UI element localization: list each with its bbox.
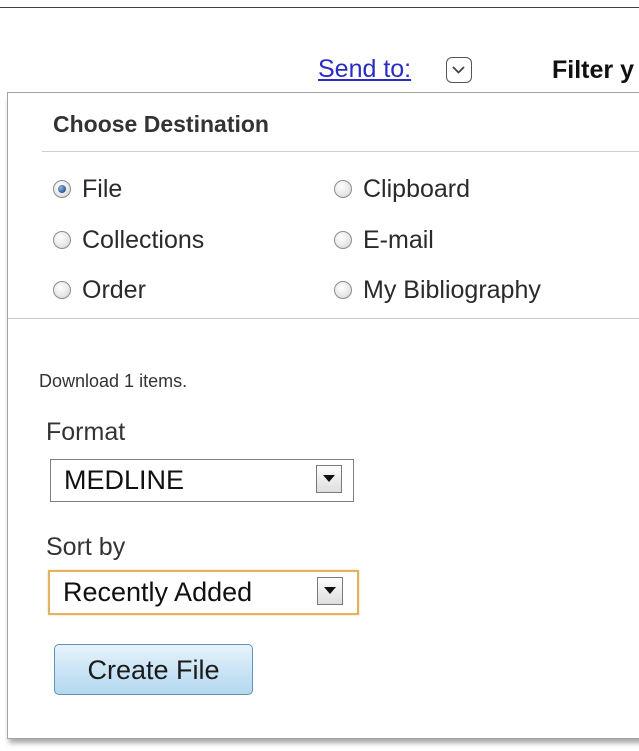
dropdown-arrow-icon[interactable] [316, 465, 342, 493]
send-to-panel: Choose Destination File Collections Orde… [7, 92, 639, 739]
radio-label: File [82, 174, 123, 203]
radio-option-my-bibliography[interactable]: My Bibliography [334, 275, 541, 305]
top-divider [0, 7, 639, 8]
radio-label: My Bibliography [363, 275, 541, 304]
radio-option-collections[interactable]: Collections [53, 225, 204, 255]
radio-option-clipboard[interactable]: Clipboard [334, 174, 470, 204]
sort-by-select[interactable]: Recently Added [48, 570, 359, 615]
radio-label: Collections [82, 225, 205, 254]
radio-button[interactable] [53, 231, 71, 249]
radio-button[interactable] [53, 281, 71, 299]
format-label: Format [46, 418, 126, 446]
chevron-down-icon[interactable] [446, 57, 472, 83]
format-selected-value: MEDLINE [64, 465, 185, 495]
radio-button[interactable] [334, 281, 352, 299]
radio-label: E-mail [363, 225, 434, 254]
dropdown-arrow-icon[interactable] [317, 577, 343, 605]
choose-destination-heading: Choose Destination [53, 111, 269, 137]
download-count-text: Download 1 items. [39, 371, 188, 391]
sort-selected-value: Recently Added [63, 577, 253, 607]
radio-button[interactable] [334, 231, 352, 249]
radio-option-order[interactable]: Order [53, 275, 146, 305]
section-divider [8, 318, 639, 319]
send-to-link[interactable]: Send to: [318, 55, 411, 84]
radio-option-email[interactable]: E-mail [334, 225, 434, 255]
sort-by-label: Sort by [46, 533, 126, 561]
radio-button-selected[interactable] [53, 180, 71, 198]
radio-label: Clipboard [363, 174, 471, 203]
heading-divider [42, 151, 639, 152]
filter-label: Filter y [552, 56, 634, 84]
radio-option-file[interactable]: File [53, 174, 122, 204]
radio-label: Order [82, 275, 146, 304]
radio-button[interactable] [334, 180, 352, 198]
create-file-button[interactable]: Create File [54, 644, 253, 695]
format-select[interactable]: MEDLINE [50, 459, 354, 502]
send-to-bar: Send to: Filter y [0, 52, 639, 92]
